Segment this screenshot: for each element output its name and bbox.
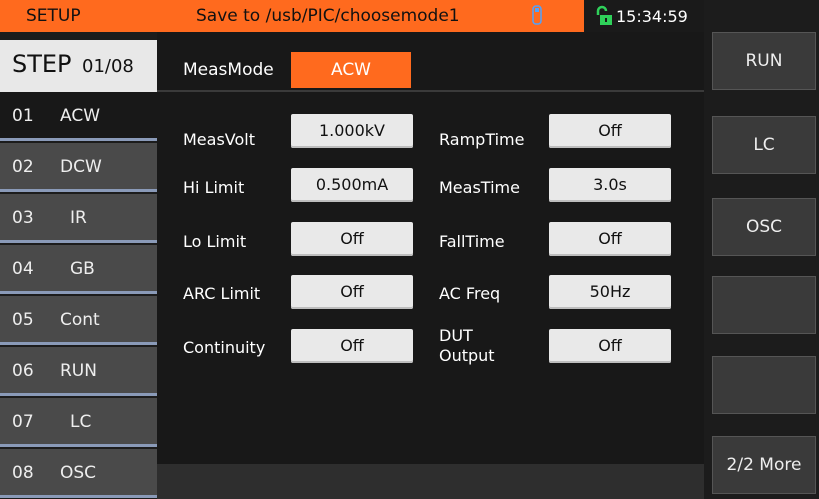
unlocked-icon [596, 5, 612, 25]
step-item-dcw[interactable]: 02 DCW [0, 143, 157, 192]
ac-freq-label: AC Freq [439, 284, 501, 303]
arc-limit-field[interactable]: Off [291, 275, 413, 309]
step-number: 06 [12, 361, 34, 381]
clock-time: 15:34:59 [616, 7, 688, 26]
continuity-label: Continuity [183, 338, 266, 357]
step-item-lc[interactable]: 07 LC [0, 398, 157, 447]
step-name: GB [70, 259, 95, 279]
step-name: ACW [60, 106, 101, 126]
save-status-message: Save to /usb/PIC/choosemode1 [196, 6, 460, 26]
step-item-run[interactable]: 06 RUN [0, 347, 157, 396]
step-list: 01 ACW 02 DCW 03 IR 04 GB 05 Cont 06 RUN… [0, 92, 157, 499]
step-counter: 01/08 [82, 56, 134, 77]
dut-output-field[interactable]: Off [549, 329, 671, 363]
step-label: STEP [12, 50, 72, 78]
softkey-more[interactable]: 2/2 More [712, 436, 816, 494]
dut-output-label-line1: DUT [439, 326, 473, 345]
step-number: 05 [12, 310, 34, 330]
step-item-cont[interactable]: 05 Cont [0, 296, 157, 345]
softkey-osc[interactable]: OSC [712, 198, 816, 256]
fall-time-field[interactable]: Off [549, 222, 671, 256]
step-number: 02 [12, 157, 34, 177]
meas-volt-label: MeasVolt [183, 130, 255, 149]
step-number: 08 [12, 463, 34, 483]
status-bar: SETUP Save to /usb/PIC/choosemode1 15:34… [0, 0, 704, 32]
ramp-time-field[interactable]: Off [549, 114, 671, 148]
dut-output-label-line2: Output [439, 346, 495, 365]
hi-limit-label: Hi Limit [183, 178, 245, 197]
step-indicator: STEP 01/08 [0, 40, 157, 92]
usb-icon [532, 5, 542, 25]
ramp-time-label: RampTime [439, 130, 525, 149]
meas-time-label: MeasTime [439, 178, 520, 197]
clock: 15:34:59 [584, 0, 704, 32]
meas-volt-field[interactable]: 1.000kV [291, 114, 413, 148]
step-name: LC [70, 412, 92, 432]
step-name: DCW [60, 157, 102, 177]
step-number: 01 [12, 106, 34, 126]
ac-freq-field[interactable]: 50Hz [549, 275, 671, 309]
step-number: 04 [12, 259, 34, 279]
step-number: 07 [12, 412, 34, 432]
step-item-gb[interactable]: 04 GB [0, 245, 157, 294]
softkey-panel: RUN LC OSC 2/2 More [704, 0, 819, 499]
mode-title: SETUP [26, 6, 81, 26]
softkey-blank-2[interactable] [712, 356, 816, 414]
hi-limit-field[interactable]: 0.500mA [291, 168, 413, 202]
step-name: Cont [60, 310, 100, 330]
softkey-lc[interactable]: LC [712, 116, 816, 174]
step-name: IR [70, 208, 87, 228]
meas-time-field[interactable]: 3.0s [549, 168, 671, 202]
step-item-acw[interactable]: 01 ACW [0, 92, 157, 141]
step-item-osc[interactable]: 08 OSC [0, 449, 157, 498]
lo-limit-field[interactable]: Off [291, 222, 413, 256]
continuity-field[interactable]: Off [291, 329, 413, 363]
meas-mode-label: MeasMode [183, 60, 274, 80]
settings-panel: MeasMode ACW MeasVolt 1.000kV Hi Limit 0… [157, 32, 704, 499]
step-item-ir[interactable]: 03 IR [0, 194, 157, 243]
arc-limit-label: ARC Limit [183, 284, 261, 303]
meas-mode-row: MeasMode ACW [157, 40, 704, 90]
lo-limit-label: Lo Limit [183, 232, 247, 251]
softkey-run[interactable]: RUN [712, 32, 816, 90]
meas-mode-selector[interactable]: ACW [291, 52, 411, 88]
softkey-blank-1[interactable] [712, 276, 816, 334]
divider [157, 90, 704, 92]
step-number: 03 [12, 208, 34, 228]
step-name: RUN [60, 361, 97, 381]
bottom-strip [157, 464, 704, 499]
step-name: OSC [60, 463, 97, 483]
fall-time-label: FallTime [439, 232, 505, 251]
